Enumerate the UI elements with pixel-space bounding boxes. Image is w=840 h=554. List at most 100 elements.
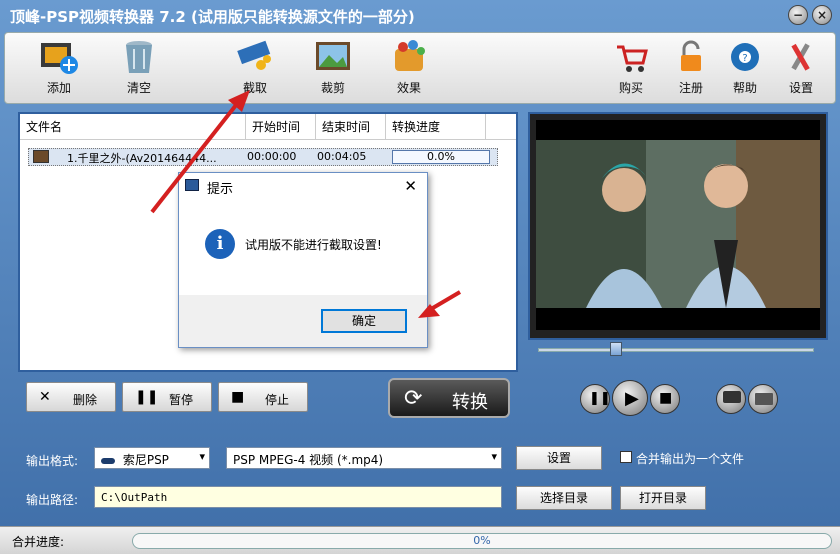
column-header-progress[interactable]: 转换进度 [386, 114, 486, 140]
wrench-settings-icon [781, 39, 821, 75]
snapshot-button[interactable] [716, 384, 746, 414]
trash-bin-icon [119, 39, 159, 75]
delete-button[interactable]: ✕ 删除 [26, 382, 116, 412]
buy-label: 购买 [618, 81, 643, 95]
device-select[interactable]: 索尼PSP ▾ [94, 447, 210, 469]
format-select-value: PSP MPEG-4 视频 (*.mp4) [233, 453, 384, 467]
pause-icon: ❚❚ [135, 389, 159, 405]
stop-square-icon: ■ [231, 389, 245, 405]
pause-playback-button[interactable]: ❚❚ [580, 384, 611, 414]
output-path-input[interactable]: C:\OutPath [94, 486, 502, 508]
play-triangle-icon: ▶ [625, 388, 639, 409]
convert-button[interactable]: ⟳ 转换 [388, 378, 510, 418]
dialog-message: 试用版不能进行截取设置! [245, 238, 382, 252]
settings-label: 设置 [788, 81, 813, 95]
stop-playback-button[interactable]: ■ [650, 384, 680, 414]
dialog-body: i 试用版不能进行截取设置! [179, 199, 427, 295]
capture-label: 截取 [242, 81, 267, 95]
delete-x-icon: ✕ [39, 389, 51, 405]
info-icon: i [205, 229, 235, 259]
seek-slider-handle[interactable] [610, 342, 622, 356]
palette-icon [389, 39, 429, 75]
stop-square-icon: ■ [659, 390, 673, 406]
column-header-end[interactable]: 结束时间 [316, 114, 386, 140]
register-label: 注册 [678, 81, 703, 95]
merge-progress-value: 0% [473, 534, 491, 547]
seek-track[interactable] [538, 348, 814, 352]
window-title: 顶峰-PSP视频转换器 7.2 (试用版只能转换源文件的一部分) [10, 8, 415, 26]
browse-folder-button[interactable]: 选择目录 [516, 486, 612, 510]
merge-output-checkbox[interactable] [620, 451, 632, 463]
picture-icon [313, 39, 353, 75]
camera-icon [723, 391, 741, 403]
folder-icon [755, 393, 773, 405]
video-preview [536, 120, 820, 330]
pause-label: 暂停 [169, 393, 194, 407]
add-button[interactable]: 添加 [31, 39, 87, 96]
merge-output-label: 合并输出为一个文件 [636, 452, 745, 466]
dialog-title-bar: 提示 ✕ [179, 173, 427, 199]
clear-button[interactable]: 清空 [111, 39, 167, 96]
start-time-cell: 00:00:00 [247, 150, 297, 163]
chevron-down-icon: ▾ [491, 450, 497, 463]
chevron-down-icon: ▾ [199, 450, 205, 463]
table-row[interactable]: 1.千里之外-(Av201464444... 00:00:00 00:04:05… [28, 148, 498, 166]
psp-device-icon [101, 457, 115, 464]
info-dialog: 提示 ✕ i 试用版不能进行截取设置! 确定 [178, 172, 428, 348]
pause-icon: ❚❚ [589, 391, 611, 406]
close-window-button[interactable]: × [812, 5, 832, 25]
minimize-button[interactable]: − [788, 5, 808, 25]
toolbar: 添加 清空 截取 裁剪 效果 购买 注册 ? 帮助 设置 [4, 32, 836, 104]
file-name-cell: 1.千里之外-(Av201464444... [67, 152, 217, 165]
status-bar: 合并进度: 0% [0, 526, 840, 554]
open-folder-button[interactable] [748, 384, 778, 414]
settings-button[interactable]: 设置 [773, 39, 829, 96]
add-label: 添加 [46, 81, 71, 95]
buy-button[interactable]: 购买 [603, 39, 659, 96]
format-select[interactable]: PSP MPEG-4 视频 (*.mp4) ▾ [226, 447, 502, 469]
column-header-start[interactable]: 开始时间 [246, 114, 316, 140]
row-progress-cell: 0.0% [392, 150, 490, 164]
app-window: 顶峰-PSP视频转换器 7.2 (试用版只能转换源文件的一部分) − × 添加 … [0, 0, 840, 554]
lock-icon [671, 39, 711, 75]
capture-button[interactable]: 截取 [227, 39, 283, 96]
crop-label: 裁剪 [320, 81, 345, 95]
help-lifebuoy-icon: ? [725, 39, 765, 75]
close-icon[interactable]: ✕ [404, 177, 417, 195]
help-label: 帮助 [732, 81, 757, 95]
column-header-filename[interactable]: 文件名 [20, 114, 246, 140]
refresh-arrows-icon: ⟳ [404, 386, 423, 411]
register-button[interactable]: 注册 [663, 39, 719, 96]
film-icon [33, 150, 49, 163]
film-add-icon [39, 39, 79, 75]
output-path-label: 输出路径: [26, 493, 79, 507]
convert-label: 转换 [452, 392, 488, 413]
svg-text:?: ? [742, 53, 747, 64]
delete-label: 删除 [73, 393, 98, 407]
format-settings-button[interactable]: 设置 [516, 446, 602, 470]
play-button[interactable]: ▶ [612, 380, 648, 416]
shopping-cart-icon [611, 39, 651, 75]
app-icon [185, 179, 199, 191]
pause-button[interactable]: ❚❚ 暂停 [122, 382, 212, 412]
effect-button[interactable]: 效果 [381, 39, 437, 96]
crop-button[interactable]: 裁剪 [305, 39, 361, 96]
dialog-title: 提示 [207, 182, 234, 197]
help-button[interactable]: ? 帮助 [717, 39, 773, 96]
merge-progress-bar: 0% [132, 533, 832, 549]
dialog-footer: 确定 [179, 295, 427, 347]
stop-label: 停止 [265, 393, 290, 407]
open-folder-path-button[interactable]: 打开目录 [620, 486, 706, 510]
effect-label: 效果 [396, 81, 421, 95]
film-scissors-icon [235, 39, 275, 75]
device-select-value: 索尼PSP [122, 453, 169, 467]
stop-button[interactable]: ■ 停止 [218, 382, 308, 412]
column-header-empty [486, 114, 516, 140]
output-format-label: 输出格式: [26, 454, 79, 468]
end-time-cell: 00:04:05 [317, 150, 367, 163]
title-bar: 顶峰-PSP视频转换器 7.2 (试用版只能转换源文件的一部分) − × [0, 0, 840, 30]
merge-progress-label: 合并进度: [12, 535, 65, 549]
preview-panel [528, 112, 828, 340]
clear-label: 清空 [126, 81, 151, 95]
ok-button[interactable]: 确定 [321, 309, 407, 333]
